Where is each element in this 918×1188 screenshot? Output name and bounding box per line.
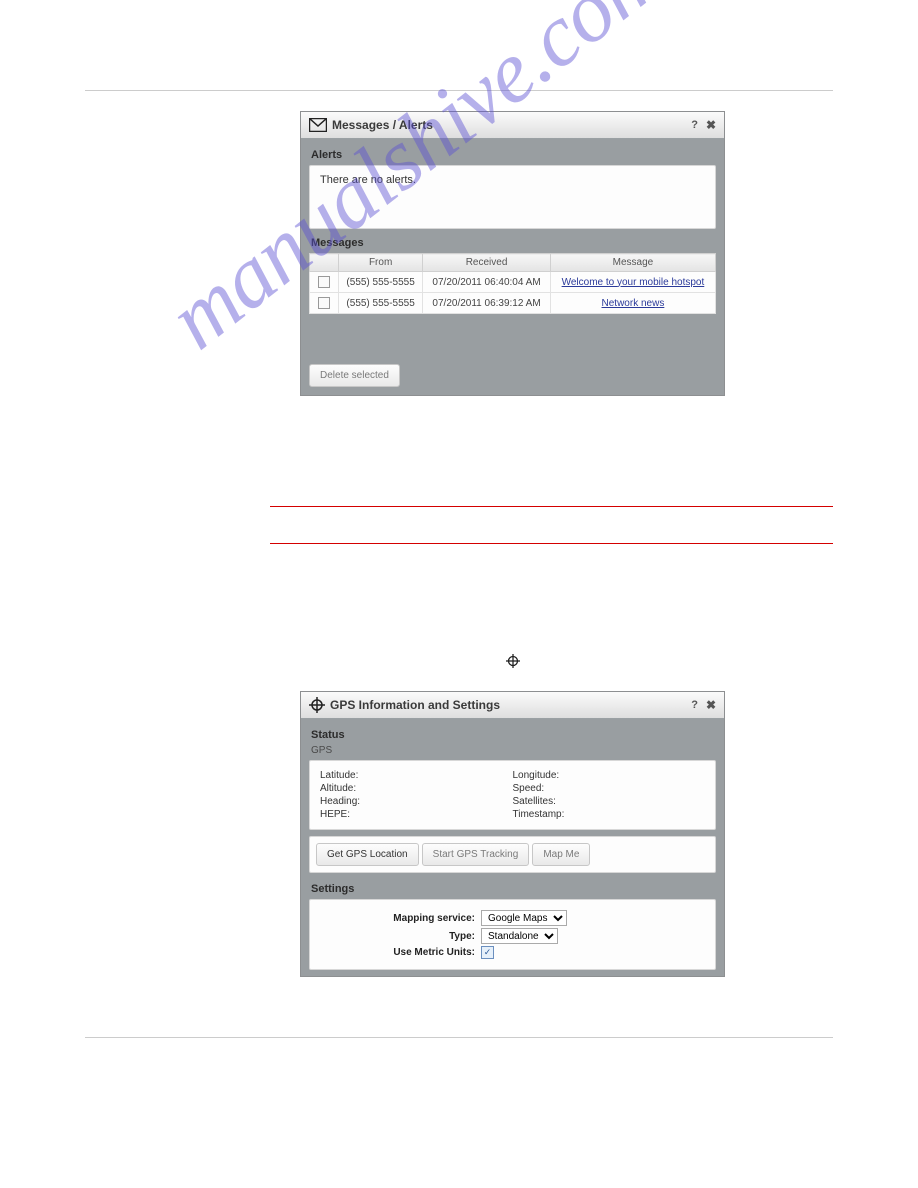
cell-received: 07/20/2011 06:40:04 AM: [423, 272, 551, 293]
label-speed: Speed:: [513, 782, 706, 795]
panel-header: GPS Information and Settings ? ✖: [301, 692, 724, 719]
row-checkbox[interactable]: [318, 297, 330, 309]
col-message: Message: [550, 254, 715, 272]
status-sub: GPS: [309, 745, 716, 760]
mapping-service-label: Mapping service:: [320, 913, 481, 924]
status-heading: Status: [309, 727, 716, 745]
col-checkbox: [310, 254, 339, 272]
label-heading: Heading:: [320, 795, 513, 808]
get-gps-location-button[interactable]: Get GPS Location: [316, 843, 419, 866]
messages-heading: Messages: [309, 235, 716, 253]
type-label: Type:: [320, 931, 481, 942]
gps-buttons-box: Get GPS Location Start GPS Tracking Map …: [309, 836, 716, 873]
panel-title: GPS Information and Settings: [330, 698, 691, 712]
cell-from: (555) 555-5555: [339, 293, 423, 314]
divider-top: [85, 90, 833, 91]
label-longitude: Longitude:: [513, 769, 706, 782]
label-hepe: HEPE:: [320, 808, 513, 821]
alerts-heading: Alerts: [309, 147, 716, 165]
settings-heading: Settings: [309, 881, 716, 899]
panel-header: Messages / Alerts ? ✖: [301, 112, 724, 139]
messages-table: From Received Message (555) 555-5555 07/…: [309, 253, 716, 314]
metric-units-checkbox[interactable]: ✓: [481, 946, 494, 959]
close-icon[interactable]: ✖: [706, 118, 716, 132]
alerts-empty-text: There are no alerts.: [320, 174, 416, 186]
gps-panel: GPS Information and Settings ? ✖ Status …: [300, 691, 725, 977]
map-me-button[interactable]: Map Me: [532, 843, 590, 866]
start-gps-tracking-button[interactable]: Start GPS Tracking: [422, 843, 530, 866]
col-from: From: [339, 254, 423, 272]
label-altitude: Altitude:: [320, 782, 513, 795]
label-latitude: Latitude:: [320, 769, 513, 782]
col-received: Received: [423, 254, 551, 272]
cell-received: 07/20/2011 06:39:12 AM: [423, 293, 551, 314]
help-icon[interactable]: ?: [691, 699, 698, 711]
row-checkbox[interactable]: [318, 276, 330, 288]
message-link[interactable]: Welcome to your mobile hotspot: [562, 277, 705, 288]
divider-bottom: [85, 1037, 833, 1038]
messages-alerts-panel: Messages / Alerts ? ✖ Alerts There are n…: [300, 111, 725, 396]
delete-selected-button[interactable]: Delete selected: [309, 364, 400, 387]
close-icon[interactable]: ✖: [706, 698, 716, 712]
alerts-box: There are no alerts.: [309, 165, 716, 229]
crosshair-icon-inline: [506, 654, 520, 671]
message-link[interactable]: Network news: [602, 298, 665, 309]
panel-title: Messages / Alerts: [332, 118, 691, 132]
mail-icon: [309, 118, 327, 132]
settings-box: Mapping service: Google Maps Type: Stand…: [309, 899, 716, 970]
label-satellites: Satellites:: [513, 795, 706, 808]
help-icon[interactable]: ?: [691, 119, 698, 131]
type-select[interactable]: Standalone: [481, 928, 558, 944]
mapping-service-select[interactable]: Google Maps: [481, 910, 567, 926]
label-timestamp: Timestamp:: [513, 808, 706, 821]
gps-status-box: Latitude: Altitude: Heading: HEPE: Longi…: [309, 760, 716, 830]
table-row: (555) 555-5555 07/20/2011 06:39:12 AM Ne…: [310, 293, 716, 314]
cell-from: (555) 555-5555: [339, 272, 423, 293]
crosshair-icon: [309, 697, 325, 713]
table-row: (555) 555-5555 07/20/2011 06:40:04 AM We…: [310, 272, 716, 293]
metric-units-label: Use Metric Units:: [320, 947, 481, 958]
